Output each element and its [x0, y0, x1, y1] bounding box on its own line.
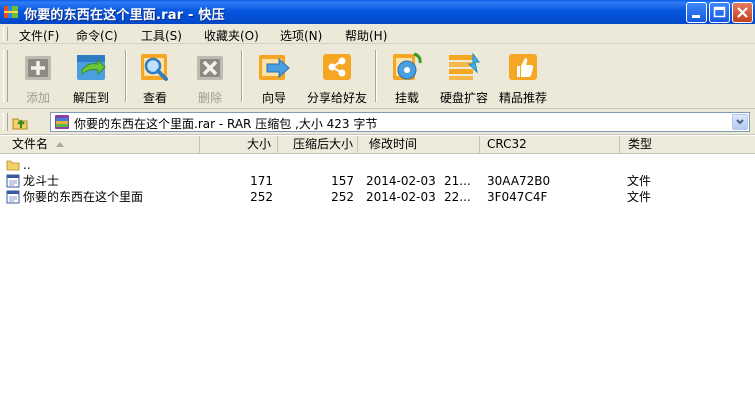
address-text: 你要的东西在这个里面.rar - RAR 压缩包 ,大小 423 字节 — [74, 117, 378, 131]
row-name: 你要的东西在这个里面 — [23, 190, 144, 204]
disk-expand-button[interactable]: 硬盘扩容 — [436, 48, 492, 106]
row-time: 22... — [444, 190, 471, 204]
column-crc-label: CRC32 — [487, 137, 527, 151]
table-row[interactable]: 龙斗士 171 157 2014-02-03 21... 30AA72B0 文件 — [0, 173, 755, 189]
window-title: 你要的东西在这个里面.rar - 快压 — [24, 8, 225, 23]
rar-archive-icon — [55, 115, 69, 129]
row-crc: 3F047C4F — [487, 190, 548, 204]
recommend-button[interactable]: 精品推荐 — [495, 48, 551, 106]
row-time: 21... — [444, 174, 471, 188]
row-size: 252 — [250, 190, 273, 204]
mount-icon — [393, 52, 422, 80]
title-bar[interactable]: 你要的东西在这个里面.rar - 快压 — [0, 0, 755, 24]
row-packed: 252 — [331, 190, 354, 204]
row-size: 171 — [250, 174, 273, 188]
address-bar: 你要的东西在这个里面.rar - RAR 压缩包 ,大小 423 字节 — [0, 109, 755, 135]
row-name: .. — [23, 158, 31, 172]
menu-tools[interactable]: 工具(S) — [141, 27, 182, 44]
menu-command[interactable]: 命令(C) — [76, 27, 118, 44]
row-crc: 30AA72B0 — [487, 174, 551, 188]
row-name: 龙斗士 — [23, 174, 60, 188]
column-type-label: 类型 — [628, 137, 653, 151]
recommend-icon — [509, 54, 537, 80]
share-button[interactable]: 分享给好友 — [307, 48, 367, 106]
row-packed: 157 — [331, 174, 354, 188]
view-icon — [141, 54, 168, 81]
recommend-label: 精品推荐 — [498, 91, 547, 105]
column-modified-label: 修改时间 — [369, 137, 418, 151]
close-icon — [737, 7, 748, 18]
share-label: 分享给好友 — [306, 91, 367, 105]
column-size-label: 大小 — [246, 137, 271, 151]
extract-button[interactable]: 解压到 — [63, 48, 119, 106]
menu-favorites[interactable]: 收藏夹(O) — [204, 27, 259, 44]
minimize-button[interactable] — [686, 2, 707, 23]
menu-file[interactable]: 文件(F) — [19, 27, 59, 44]
chevron-down-icon — [736, 119, 744, 125]
up-folder-icon[interactable] — [11, 113, 29, 131]
share-icon — [323, 54, 351, 80]
rar-app-icon — [4, 6, 18, 18]
delete-button[interactable]: 删除 — [182, 48, 238, 106]
row-date: 2014-02-03 — [366, 174, 436, 188]
column-header-size[interactable]: 大小 — [200, 136, 278, 153]
column-header-packed[interactable]: 压缩后大小 — [278, 136, 358, 153]
menu-help[interactable]: 帮助(H) — [345, 27, 387, 44]
maximize-icon — [713, 6, 726, 18]
menu-options[interactable]: 选项(N) — [280, 27, 322, 44]
file-icon — [6, 174, 20, 188]
table-row[interactable]: 你要的东西在这个里面 252 252 2014-02-03 22... 3F04… — [0, 189, 755, 205]
row-type: 文件 — [627, 174, 652, 188]
row-type: 文件 — [627, 190, 652, 204]
toolbar: 添加 解压到 查看 删除 向导 分享给好友 挂载 硬盘扩容 精品推荐 — [0, 44, 755, 109]
address-field[interactable]: 你要的东西在这个里面.rar - RAR 压缩包 ,大小 423 字节 — [50, 112, 750, 132]
wizard-button[interactable]: 向导 — [246, 48, 302, 106]
disk-expand-icon — [449, 52, 480, 80]
wizard-icon — [259, 55, 290, 80]
delete-icon — [197, 56, 223, 80]
table-row-parent[interactable]: .. — [0, 157, 755, 173]
close-button[interactable] — [732, 2, 753, 23]
folder-icon — [6, 160, 20, 171]
column-header-crc[interactable]: CRC32 — [480, 136, 620, 153]
address-dropdown-button[interactable] — [732, 114, 748, 130]
file-list-header: 文件名 大小 压缩后大小 修改时间 CRC32 类型 — [0, 136, 755, 154]
column-header-type[interactable]: 类型 — [620, 136, 755, 153]
address-grip — [3, 113, 8, 131]
column-packed-label: 压缩后大小 — [292, 137, 353, 151]
minimize-icon — [692, 15, 700, 18]
extract-icon — [77, 55, 106, 80]
menu-bar: 文件(F) 命令(C) 工具(S) 收藏夹(O) 选项(N) 帮助(H) — [0, 24, 755, 44]
row-date: 2014-02-03 — [366, 190, 436, 204]
column-header-modified[interactable]: 修改时间 — [358, 136, 480, 153]
maximize-button[interactable] — [709, 2, 730, 23]
file-icon — [6, 190, 20, 204]
menu-grip — [3, 27, 8, 41]
column-name-label: 文件名 — [12, 137, 49, 151]
add-icon — [25, 56, 51, 80]
sort-ascending-icon — [56, 142, 65, 147]
column-header-name[interactable]: 文件名 — [0, 136, 200, 153]
